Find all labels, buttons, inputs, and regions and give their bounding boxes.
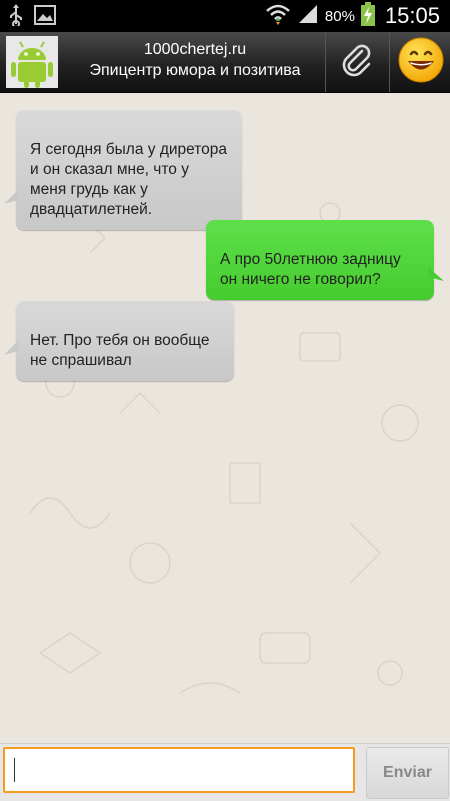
chat-header: 1000chertej.ru Эпицентр юмора и позитива [0, 32, 450, 93]
message-bubble-outgoing[interactable]: А про 50летнюю задницу он ничего не гово… [206, 220, 434, 300]
composer-bar: Enviar [0, 743, 450, 801]
usb-icon [8, 4, 24, 31]
chat-title[interactable]: 1000chertej.ru Эпицентр юмора и позитива [70, 40, 320, 82]
bubble-tail [4, 341, 18, 355]
battery-percent: 80% [324, 7, 355, 25]
smiley-icon [397, 36, 445, 89]
bubble-tail [4, 190, 18, 204]
android-avatar-icon[interactable] [6, 36, 58, 88]
message-list[interactable]: Я сегодня была у диретора и он сказал мн… [0, 93, 450, 743]
contact-status: Эпицентр юмора и позитива [89, 62, 301, 79]
message-text: Я сегодня была у диретора и он сказал мн… [30, 141, 228, 218]
contact-name: 1000chertej.ru [143, 41, 247, 58]
header-divider [389, 32, 390, 92]
send-button[interactable]: Enviar [366, 747, 449, 799]
battery-charging-icon [360, 1, 375, 31]
status-bar: 80% 15:05 [0, 0, 450, 32]
message-bubble-incoming[interactable]: Нет. Про тебя он вообще не спрашивал [16, 301, 234, 381]
image-icon [34, 5, 56, 30]
clock: 15:05 [384, 3, 440, 28]
message-text: Нет. Про тебя он вообще не спрашивал [30, 332, 210, 369]
paperclip-icon [340, 43, 374, 82]
bubble-tail [428, 267, 444, 281]
message-input[interactable] [3, 747, 355, 793]
emoji-button[interactable] [392, 32, 450, 92]
wifi-icon [265, 3, 291, 30]
signal-icon [297, 3, 319, 30]
text-cursor [14, 758, 15, 782]
message-text: А про 50летнюю задницу он ничего не гово… [220, 251, 401, 288]
attach-button[interactable] [326, 32, 388, 92]
message-bubble-incoming[interactable]: Я сегодня была у диретора и он сказал мн… [16, 110, 242, 230]
